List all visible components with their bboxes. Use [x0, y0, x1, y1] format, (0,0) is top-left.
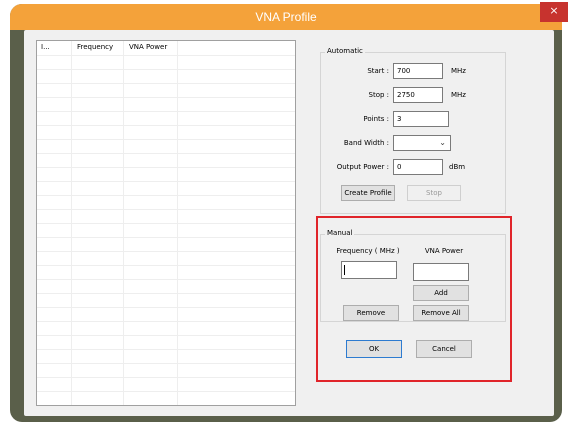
grid-row-divider [37, 83, 295, 84]
window-frame: VNA Profile × I... Frequency VNA Power A… [10, 2, 568, 422]
grid-row-divider [37, 125, 295, 126]
title-bar[interactable]: VNA Profile × [10, 2, 568, 30]
stop-input[interactable]: 2750 [393, 87, 443, 103]
stop-label: Stop : [368, 91, 390, 99]
grid-row-divider [37, 265, 295, 266]
output-power-input[interactable]: 0 [393, 159, 443, 175]
automatic-group: Automatic Start : 700 MHz Stop : 2750 MH… [320, 47, 506, 214]
output-power-label: Output Power : [336, 163, 389, 171]
points-label: Points : [363, 115, 389, 123]
grid-row-divider [37, 321, 295, 322]
grid-row-divider [37, 167, 295, 168]
profile-list[interactable]: I... Frequency VNA Power [36, 40, 296, 406]
highlight-box [316, 216, 512, 382]
stop-button[interactable]: Stop [407, 185, 461, 201]
grid-row-divider [37, 293, 295, 294]
window-title: VNA Profile [255, 10, 317, 24]
create-profile-button[interactable]: Create Profile [341, 185, 395, 201]
grid-row-divider [37, 307, 295, 308]
stop-unit: MHz [451, 91, 466, 99]
column-header-index[interactable]: I... [41, 43, 50, 51]
output-power-unit: dBm [449, 163, 466, 171]
grid-row-divider [37, 377, 295, 378]
dialog-client-area: I... Frequency VNA Power Automatic Start… [24, 30, 554, 416]
grid-row-divider [37, 279, 295, 280]
points-input[interactable]: 3 [393, 111, 449, 127]
grid-row-divider [37, 363, 295, 364]
bandwidth-select[interactable]: ⌄ [393, 135, 451, 151]
start-unit: MHz [451, 67, 466, 75]
grid-row-divider [37, 251, 295, 252]
grid-row-divider [37, 55, 295, 56]
grid-row-divider [37, 181, 295, 182]
close-button[interactable]: × [540, 2, 568, 22]
chevron-down-icon: ⌄ [439, 138, 446, 147]
list-header: I... Frequency VNA Power [37, 41, 295, 56]
automatic-group-label: Automatic [325, 47, 365, 55]
bandwidth-label: Band Width : [343, 139, 389, 147]
grid-row-divider [37, 139, 295, 140]
grid-row-divider [37, 391, 295, 392]
column-header-frequency[interactable]: Frequency [77, 43, 113, 51]
grid-row-divider [37, 69, 295, 70]
start-label: Start : [367, 67, 389, 75]
grid-row-divider [37, 195, 295, 196]
grid-row-divider [37, 237, 295, 238]
grid-row-divider [37, 223, 295, 224]
grid-row-divider [37, 111, 295, 112]
column-header-vna-power[interactable]: VNA Power [129, 43, 167, 51]
grid-row-divider [37, 349, 295, 350]
grid-row-divider [37, 97, 295, 98]
grid-row-divider [37, 335, 295, 336]
start-input[interactable]: 700 [393, 63, 443, 79]
dialog-window: VNA Profile × I... Frequency VNA Power A… [0, 0, 572, 426]
grid-row-divider [37, 209, 295, 210]
grid-row-divider [37, 153, 295, 154]
